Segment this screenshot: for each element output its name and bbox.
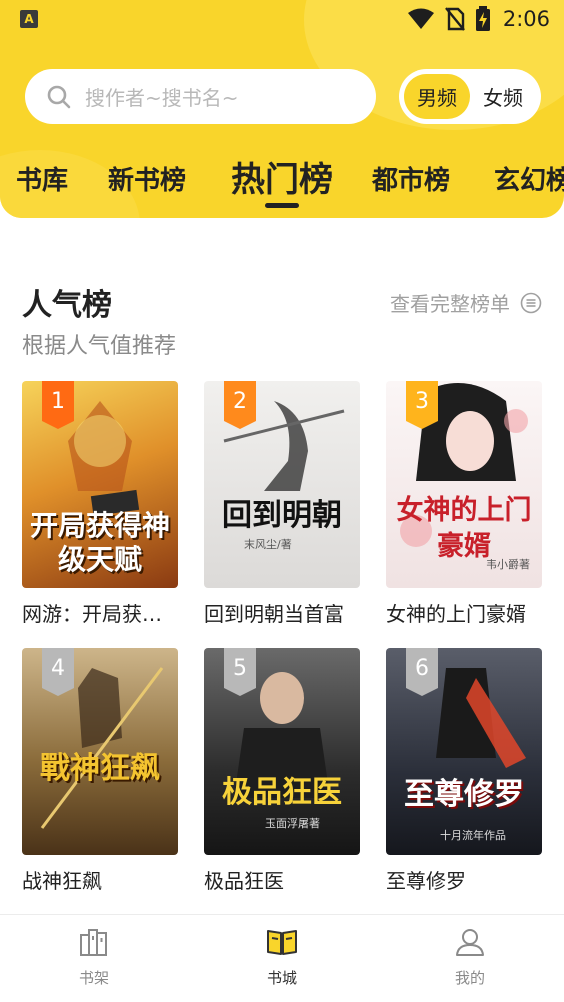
gender-male-option[interactable]: 男频 bbox=[404, 74, 470, 119]
bookshelf-icon bbox=[80, 929, 107, 956]
book-cover[interactable]: 开局获得神级天赋 1 bbox=[22, 381, 178, 588]
section-title: 人气榜 bbox=[22, 288, 112, 323]
app-notification-icon: A bbox=[20, 10, 38, 28]
cover-title: 女神的上门豪婿 bbox=[396, 495, 532, 562]
user-icon bbox=[456, 929, 484, 956]
book-item[interactable]: 开局获得神级天赋 1 网游：开局获… bbox=[22, 381, 178, 627]
book-cover[interactable]: 极品狂医 玉面浮屠著 5 bbox=[204, 648, 360, 855]
status-icons: 2:06 bbox=[407, 6, 550, 32]
active-tab-indicator bbox=[265, 203, 299, 208]
wifi-icon bbox=[407, 8, 434, 29]
book-item[interactable]: 至尊修罗 十月流年作品 6 至尊修罗 bbox=[386, 648, 542, 894]
book-title: 至尊修罗 bbox=[386, 869, 466, 893]
book-open-icon bbox=[267, 930, 297, 955]
status-bar: A 2:06 bbox=[0, 0, 564, 40]
rank-badge: 4 bbox=[42, 648, 74, 696]
search-bar[interactable]: 搜作者~搜书名~ bbox=[25, 69, 376, 124]
book-cover[interactable]: 至尊修罗 十月流年作品 6 bbox=[386, 648, 542, 855]
book-item[interactable]: 极品狂医 玉面浮屠著 5 极品狂医 bbox=[204, 648, 360, 894]
cover-title: 戰神狂飙 bbox=[40, 751, 160, 786]
clock: 2:06 bbox=[502, 7, 550, 31]
book-title: 回到明朝当首富 bbox=[204, 602, 344, 626]
section-subtitle: 根据人气值推荐 bbox=[22, 334, 177, 359]
cover-author: 末风尘/著 bbox=[244, 538, 292, 551]
book-cover[interactable]: 回到明朝 末风尘/著 2 bbox=[204, 381, 360, 588]
list-icon bbox=[520, 292, 542, 313]
book-title: 极品狂医 bbox=[204, 869, 284, 893]
cover-title: 极品狂医 bbox=[222, 775, 342, 810]
book-cover[interactable]: 女神的上门豪婿 韦小爵著 3 bbox=[386, 381, 542, 588]
tab-new-books[interactable]: 新书榜 bbox=[108, 160, 186, 197]
cover-author: 十月流年作品 bbox=[440, 829, 506, 842]
search-placeholder: 搜作者~搜书名~ bbox=[85, 86, 239, 110]
nav-label: 书架 bbox=[78, 969, 109, 987]
nav-bookstore[interactable]: 书城 bbox=[242, 927, 322, 988]
gender-toggle[interactable]: 男频 女频 bbox=[399, 69, 541, 124]
rank-badge: 6 bbox=[406, 648, 438, 696]
tab-urban[interactable]: 都市榜 bbox=[372, 160, 450, 197]
nav-bookshelf[interactable]: 书架 bbox=[54, 927, 134, 988]
tab-fantasy[interactable]: 玄幻榜 bbox=[494, 160, 564, 197]
nav-profile[interactable]: 我的 bbox=[430, 927, 510, 988]
rank-badge: 5 bbox=[224, 648, 256, 696]
tab-hot[interactable]: 热门榜 bbox=[231, 152, 333, 201]
top-header: A 2:06 搜作者~搜书名~ 男频 女频 书库 新书榜 热门榜 都市榜 玄幻榜 bbox=[0, 0, 564, 218]
book-title: 女神的上门豪婿 bbox=[386, 602, 526, 626]
book-item[interactable]: 女神的上门豪婿 韦小爵著 3 女神的上门豪婿 bbox=[386, 381, 542, 627]
cover-author: 玉面浮屠著 bbox=[265, 817, 320, 830]
cover-title: 回到明朝 bbox=[222, 498, 342, 533]
book-item[interactable]: 戰神狂飙 4 战神狂飙 bbox=[22, 648, 178, 894]
nav-label: 我的 bbox=[454, 969, 485, 987]
no-sim-icon bbox=[444, 7, 465, 31]
battery-charging-icon bbox=[475, 6, 490, 31]
book-title: 战神狂飙 bbox=[22, 869, 102, 893]
rank-badge: 3 bbox=[406, 381, 438, 429]
search-icon bbox=[47, 85, 71, 108]
tab-library[interactable]: 书库 bbox=[16, 160, 68, 197]
category-tabs: 书库 新书榜 热门榜 都市榜 玄幻榜 bbox=[0, 150, 564, 206]
gender-female-option[interactable]: 女频 bbox=[470, 74, 536, 119]
book-cover[interactable]: 戰神狂飙 4 bbox=[22, 648, 178, 855]
book-title: 网游：开局获… bbox=[22, 602, 162, 626]
bottom-navigation: 书架 书城 我的 bbox=[0, 914, 564, 1002]
cover-title: 开局获得神级天赋 bbox=[29, 509, 170, 576]
view-full-list-label: 查看完整榜单 bbox=[390, 292, 510, 316]
cover-title: 至尊修罗 bbox=[404, 777, 524, 812]
book-item[interactable]: 回到明朝 末风尘/著 2 回到明朝当首富 bbox=[204, 381, 360, 627]
rank-badge: 2 bbox=[224, 381, 256, 429]
cover-author: 韦小爵著 bbox=[486, 558, 530, 571]
view-full-list-link[interactable]: 查看完整榜单 bbox=[390, 288, 542, 317]
nav-label: 书城 bbox=[266, 969, 297, 987]
rank-badge: 1 bbox=[42, 381, 74, 429]
